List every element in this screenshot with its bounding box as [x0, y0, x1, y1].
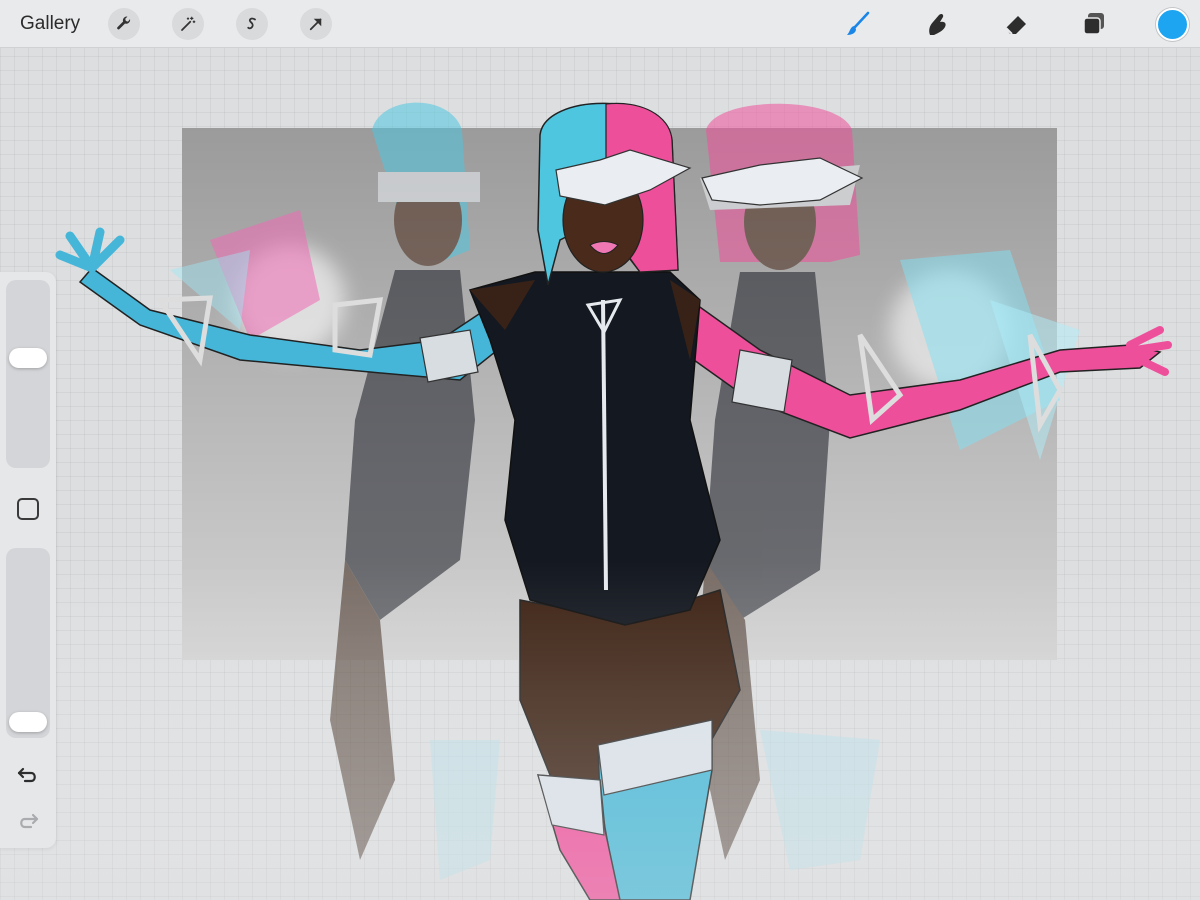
eraser-icon — [1005, 16, 1026, 35]
gallery-button[interactable]: Gallery — [20, 13, 80, 35]
brush-size-thumb[interactable] — [9, 348, 47, 369]
transform-arrow-icon — [309, 18, 322, 31]
canvas-fade — [0, 560, 1200, 900]
square-modify-icon[interactable] — [17, 498, 39, 520]
left-sidebar — [0, 272, 56, 848]
magic-wand-icon — [181, 16, 196, 31]
color-swatch[interactable] — [1156, 8, 1189, 41]
wrench-icon — [117, 16, 131, 30]
actions-button[interactable] — [108, 8, 140, 40]
opacity-slider[interactable] — [6, 548, 50, 738]
opacity-thumb[interactable] — [9, 712, 47, 732]
redo-icon[interactable] — [14, 806, 42, 834]
brush-icon — [847, 11, 870, 35]
layers-icon — [1083, 13, 1104, 35]
brush-tool-button[interactable] — [842, 8, 874, 40]
top-toolbar: Gallery — [0, 0, 1200, 48]
smudge-tool-button[interactable] — [922, 8, 954, 40]
smudge-icon — [929, 13, 946, 35]
selection-button[interactable] — [236, 8, 268, 40]
eraser-tool-button[interactable] — [1000, 8, 1032, 40]
transform-button[interactable] — [300, 8, 332, 40]
undo-icon[interactable] — [14, 760, 42, 788]
brush-size-slider[interactable] — [6, 280, 50, 468]
canvas-artwork[interactable] — [0, 48, 1200, 900]
adjustments-button[interactable] — [172, 8, 204, 40]
layers-button[interactable] — [1078, 8, 1110, 40]
selection-s-icon — [247, 17, 256, 30]
